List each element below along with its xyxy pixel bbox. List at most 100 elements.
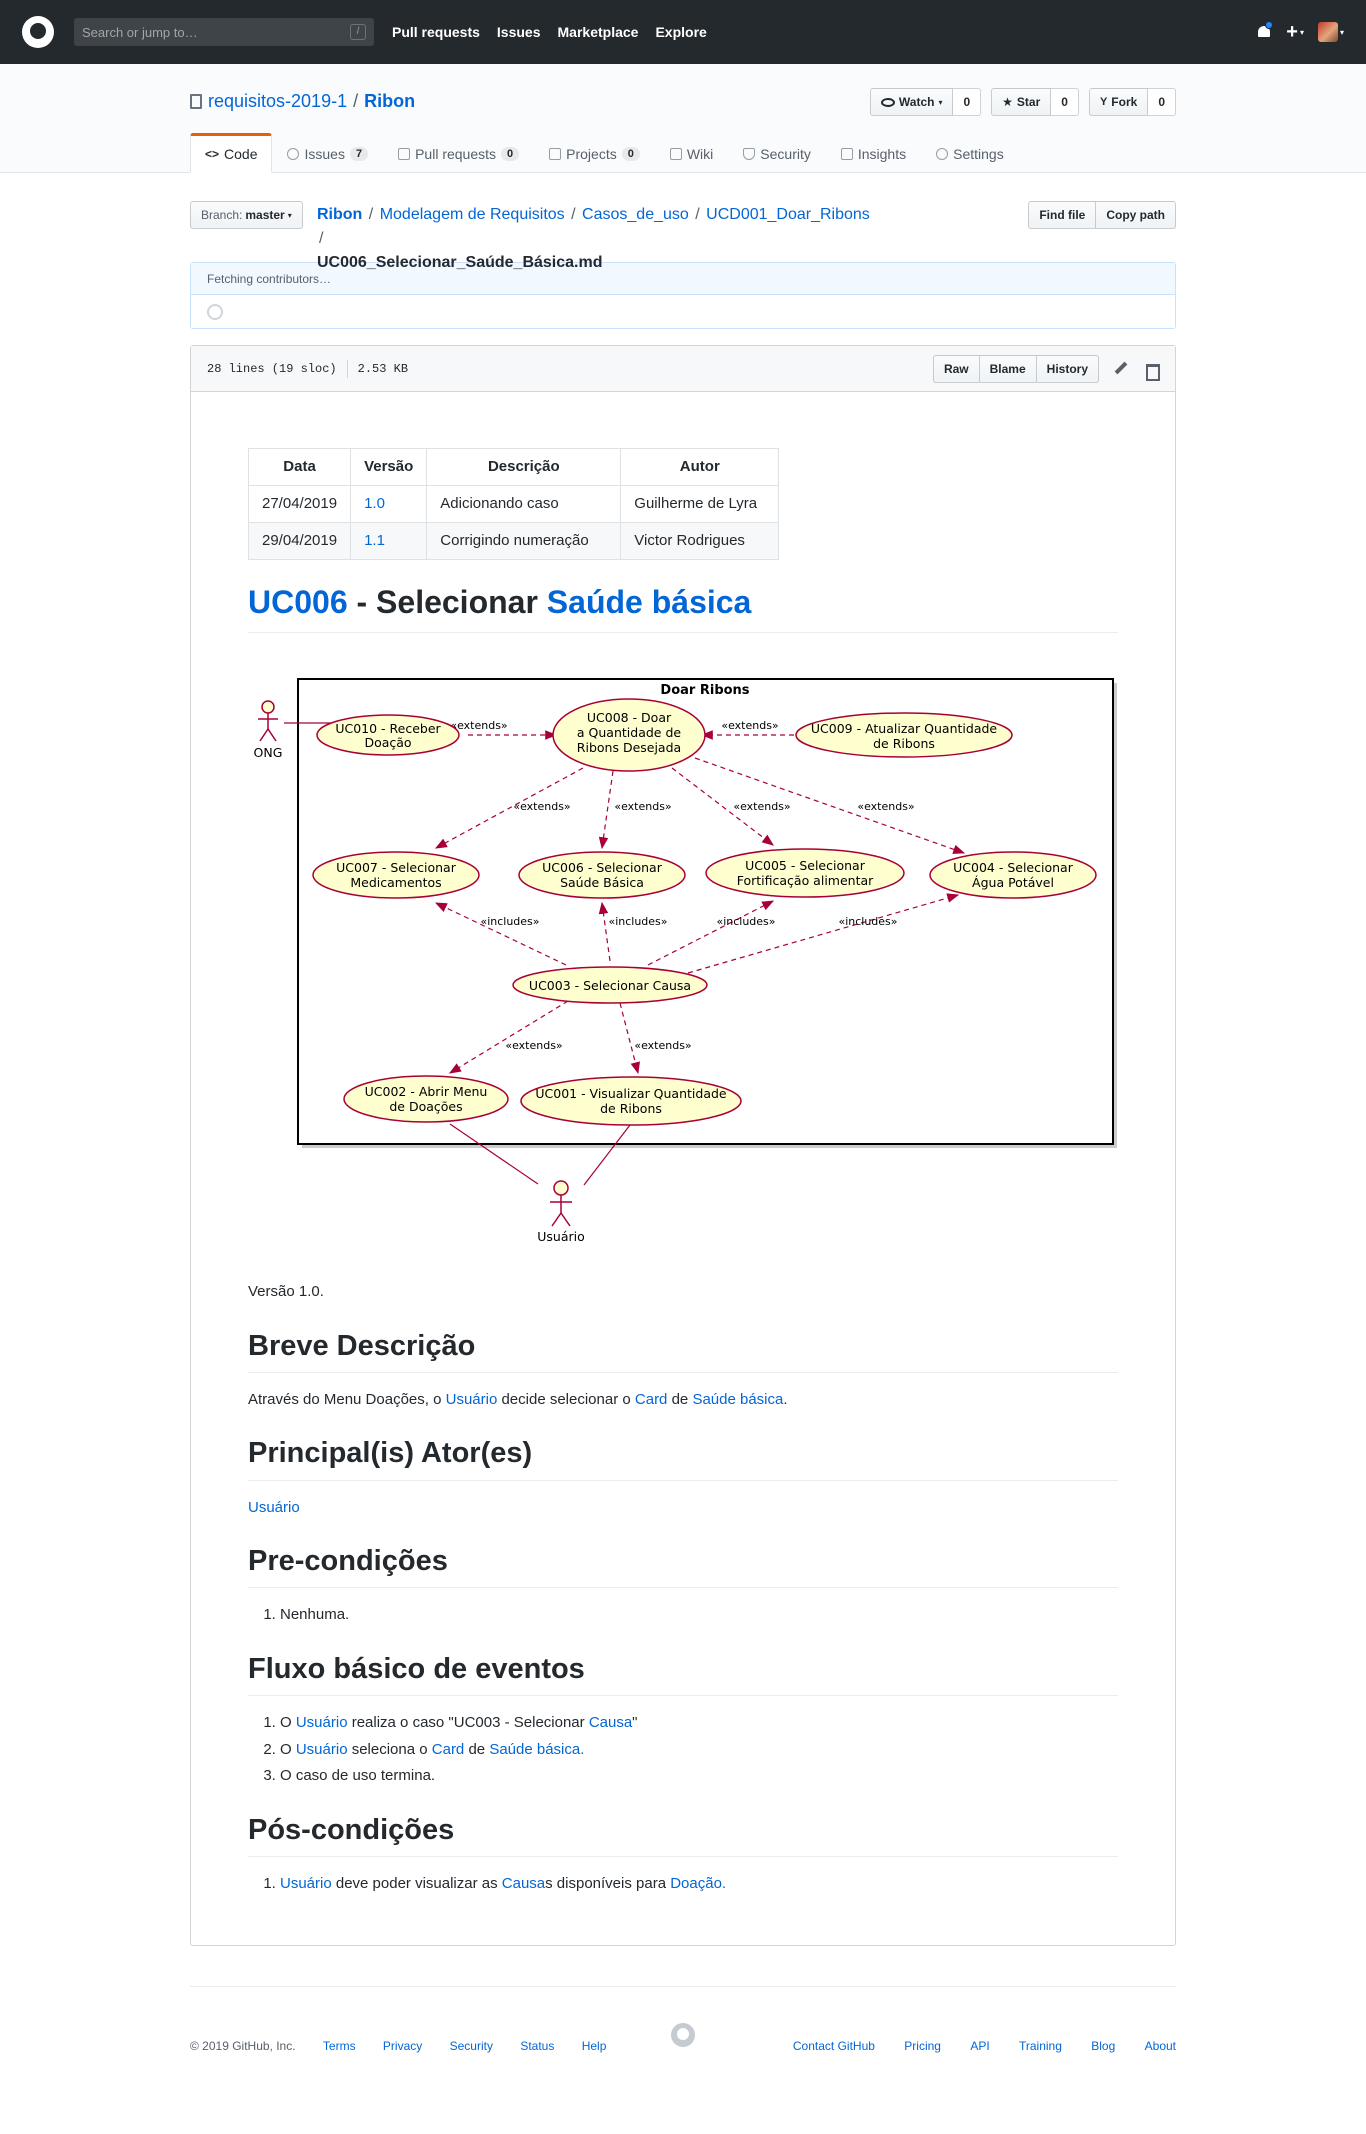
watch-button[interactable]: Watch ▾ bbox=[869, 88, 954, 116]
uc009-line2: de Ribons bbox=[873, 736, 935, 751]
card-link[interactable]: Card bbox=[432, 1741, 465, 1758]
doacao-link[interactable]: Doação. bbox=[670, 1875, 726, 1892]
footer-link-status[interactable]: Status bbox=[520, 2039, 554, 2053]
topic-link[interactable]: Saúde básica bbox=[547, 584, 752, 620]
uc009-line1: UC009 - Atualizar Quantidade bbox=[811, 721, 998, 736]
card-link[interactable]: Card bbox=[635, 1391, 668, 1408]
text: s disponíveis para bbox=[545, 1874, 671, 1892]
uc010-line1: UC010 - Receber bbox=[335, 721, 441, 736]
find-file-button[interactable]: Find file bbox=[1028, 201, 1097, 229]
footer-link-blog[interactable]: Blog bbox=[1091, 2039, 1115, 2053]
search-input[interactable] bbox=[82, 24, 332, 40]
tab-projects[interactable]: Projects 0 bbox=[534, 133, 655, 173]
issue-icon bbox=[287, 148, 300, 160]
breadcrumb-root[interactable]: Ribon bbox=[317, 206, 362, 223]
saude-link[interactable]: Saúde básica bbox=[692, 1391, 783, 1408]
tab-pull-requests[interactable]: Pull requests 0 bbox=[383, 133, 534, 173]
extends-label: «extends» bbox=[450, 719, 507, 732]
footer-link-pricing[interactable]: Pricing bbox=[904, 2039, 941, 2053]
nav-marketplace[interactable]: Marketplace bbox=[558, 24, 639, 40]
repo-owner-link[interactable]: requisitos-2019-1 bbox=[208, 91, 347, 112]
tab-security[interactable]: Security bbox=[728, 133, 826, 173]
actor-ong-label: ONG bbox=[254, 745, 283, 760]
search-box[interactable]: / bbox=[74, 18, 374, 46]
breadcrumb-item[interactable]: UCD001_Doar_Ribons bbox=[706, 206, 870, 223]
contributor-placeholder-icon bbox=[207, 303, 223, 320]
text: . bbox=[783, 1390, 788, 1408]
actor-link[interactable]: Usuário bbox=[248, 1499, 300, 1516]
tab-projects-label: Projects bbox=[566, 146, 617, 162]
uc010-line2: Doação bbox=[364, 735, 411, 750]
nav-explore[interactable]: Explore bbox=[655, 24, 706, 40]
blame-button[interactable]: Blame bbox=[979, 354, 1037, 383]
footer-link-contact[interactable]: Contact GitHub bbox=[793, 2039, 875, 2053]
nav-issues[interactable]: Issues bbox=[497, 24, 541, 40]
fork-count[interactable]: 0 bbox=[1148, 88, 1176, 116]
pencil-icon[interactable] bbox=[1113, 361, 1129, 377]
footer-link-security[interactable]: Security bbox=[450, 2039, 493, 2053]
user-menu[interactable]: ▾ bbox=[1317, 22, 1344, 42]
extends-label: «extends» bbox=[857, 800, 914, 813]
table-row: 27/04/2019 1.0 Adicionando caso Guilherm… bbox=[247, 485, 780, 523]
fork-button[interactable]: Y Fork bbox=[1088, 88, 1149, 116]
tab-security-label: Security bbox=[760, 146, 811, 162]
tab-insights[interactable]: Insights bbox=[826, 133, 921, 173]
raw-button[interactable]: Raw bbox=[932, 354, 980, 383]
text: deve poder visualizar as bbox=[331, 1874, 502, 1892]
breadcrumb-filename: UC006_Selecionar_Saúde_Básica.md bbox=[317, 254, 603, 271]
footer-link-training[interactable]: Training bbox=[1019, 2039, 1062, 2053]
usuario-link[interactable]: Usuário bbox=[446, 1391, 498, 1408]
chevron-down-icon: ▾ bbox=[1339, 27, 1344, 37]
github-mark-icon[interactable] bbox=[671, 2023, 695, 2048]
shield-icon bbox=[743, 148, 756, 160]
uc005-line2: Fortificação alimentar bbox=[737, 873, 874, 888]
tab-code[interactable]: <> Code bbox=[190, 133, 273, 173]
usuario-link[interactable]: Usuário bbox=[280, 1875, 332, 1892]
tab-code-label: Code bbox=[224, 146, 258, 162]
breadcrumb-item[interactable]: Modelagem de Requisitos bbox=[380, 206, 565, 223]
copy-path-button[interactable]: Copy path bbox=[1096, 201, 1176, 229]
table-cell[interactable]: 1.0 bbox=[350, 485, 428, 523]
version-link[interactable]: 1.1 bbox=[364, 532, 385, 549]
tab-issues[interactable]: Issues 7 bbox=[272, 133, 383, 173]
star-count[interactable]: 0 bbox=[1051, 88, 1079, 116]
create-new-menu[interactable]: + ▾ bbox=[1286, 22, 1304, 42]
branch-select-button[interactable]: Branch: master ▾ bbox=[190, 201, 303, 229]
saude-link[interactable]: Saúde básica. bbox=[489, 1741, 584, 1758]
history-button[interactable]: History bbox=[1036, 354, 1099, 383]
version-paragraph: Versão 1.0. bbox=[248, 1283, 324, 1300]
star-icon: ★ bbox=[1002, 95, 1013, 109]
footer-link-help[interactable]: Help bbox=[582, 2039, 607, 2053]
footer-link-privacy[interactable]: Privacy bbox=[383, 2039, 422, 2053]
footer-link-about[interactable]: About bbox=[1145, 2039, 1176, 2053]
usuario-link[interactable]: Usuário bbox=[296, 1741, 348, 1758]
repo-name-link[interactable]: Ribon bbox=[364, 91, 415, 112]
tab-settings[interactable]: Settings bbox=[921, 133, 1019, 173]
causa-link[interactable]: Causa bbox=[589, 1714, 632, 1731]
usuario-link[interactable]: Usuário bbox=[296, 1714, 348, 1731]
watch-count[interactable]: 0 bbox=[953, 88, 982, 116]
markdown-body: Data Versão Descrição Autor 27/04/2019 1… bbox=[191, 392, 1175, 1945]
footer-link-api[interactable]: API bbox=[970, 2039, 989, 2053]
version-link[interactable]: 1.0 bbox=[364, 495, 385, 512]
trash-icon[interactable] bbox=[1143, 361, 1160, 381]
star-button[interactable]: ★ Star bbox=[991, 88, 1052, 116]
breadcrumb-sep: / bbox=[571, 206, 576, 223]
breadcrumb-item[interactable]: Casos_de_uso bbox=[582, 206, 689, 223]
uc007-line2: Medicamentos bbox=[350, 875, 441, 890]
table-header-row: Data Versão Descrição Autor bbox=[247, 448, 780, 486]
uc-link[interactable]: UC006 bbox=[248, 584, 348, 620]
causa-link[interactable]: Causa bbox=[502, 1875, 545, 1892]
notifications-bell-icon[interactable] bbox=[1256, 21, 1274, 41]
table-cell: 29/04/2019 bbox=[247, 522, 352, 560]
issues-counter: 7 bbox=[349, 147, 369, 161]
tab-pulls-label: Pull requests bbox=[415, 146, 497, 162]
github-logo-icon[interactable] bbox=[22, 16, 54, 48]
file-nav-buttons: Find file Copy path bbox=[1028, 201, 1176, 229]
page-title: UC006 - Selecionar Saúde básica bbox=[248, 582, 1118, 633]
table-cell[interactable]: 1.1 bbox=[350, 522, 428, 560]
section-heading-desc: Breve Descrição bbox=[248, 1328, 1118, 1373]
nav-pull-requests[interactable]: Pull requests bbox=[392, 24, 480, 40]
tab-wiki[interactable]: Wiki bbox=[655, 133, 728, 173]
footer-link-terms[interactable]: Terms bbox=[323, 2039, 356, 2053]
